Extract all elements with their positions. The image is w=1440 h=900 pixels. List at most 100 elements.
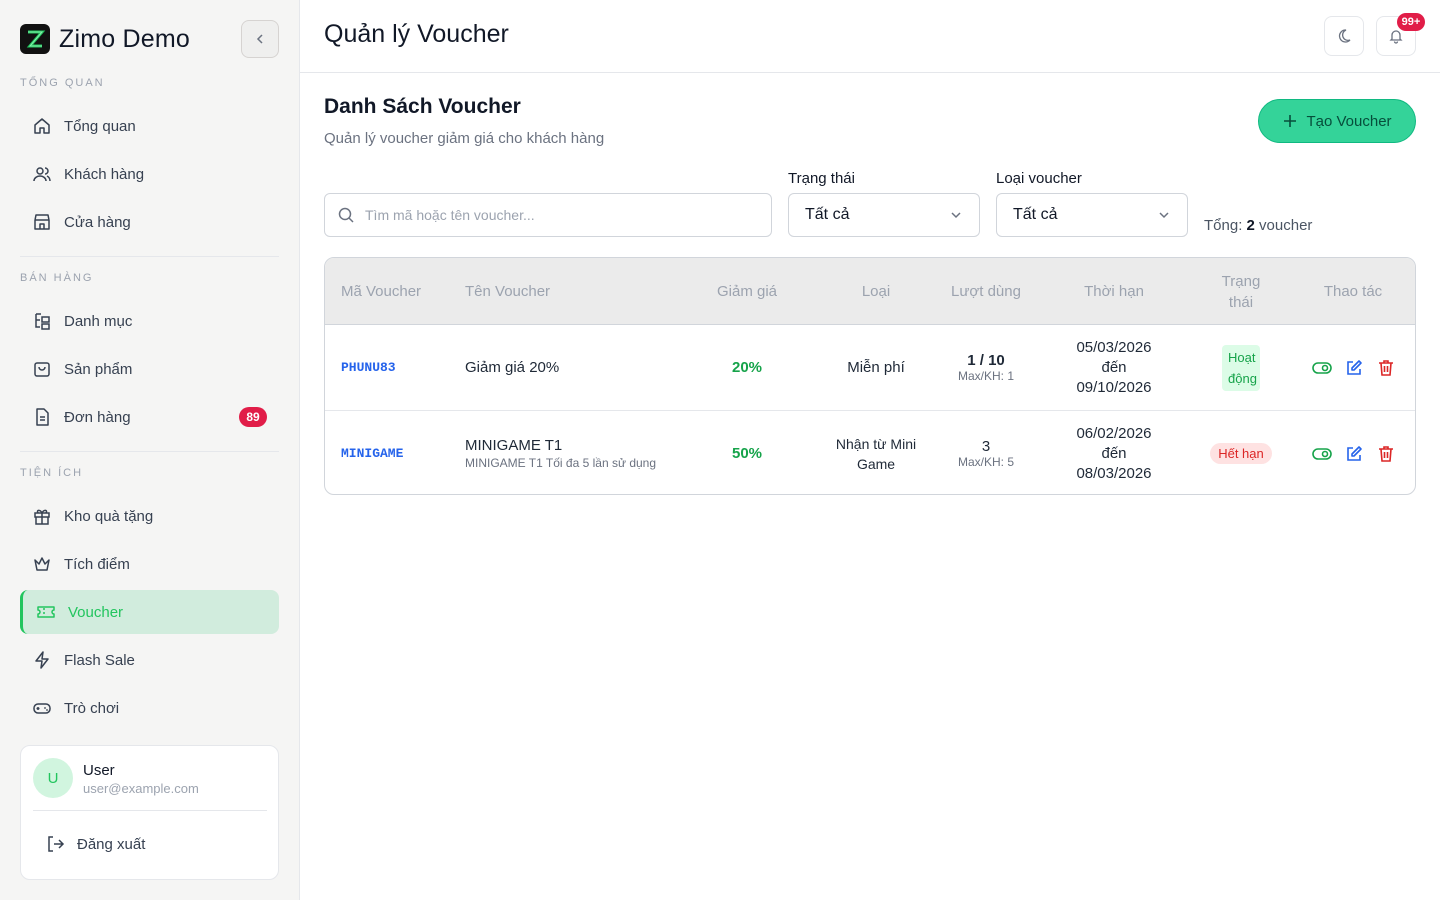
voucher-usage-max: Max/KH: 1 bbox=[957, 369, 1014, 383]
plus-icon bbox=[1284, 115, 1297, 127]
voucher-date-separator: đến bbox=[1101, 444, 1127, 462]
row-actions bbox=[1312, 325, 1396, 410]
logout-button[interactable]: Đăng xuất bbox=[45, 834, 145, 854]
moon-icon bbox=[1338, 29, 1351, 43]
column-header-discount: Giảm giá bbox=[716, 283, 778, 300]
collapse-sidebar-button[interactable] bbox=[241, 20, 279, 58]
sidebar-item-loyalty-points[interactable]: Tích điểm bbox=[20, 542, 279, 586]
voucher-name: MINIGAME T1 bbox=[465, 437, 563, 454]
total-prefix: Tổng: bbox=[1204, 217, 1243, 234]
table-header: Mã Voucher Tên Voucher Giảm giá Loại Lượ… bbox=[325, 258, 1415, 325]
sidebar-divider bbox=[20, 451, 279, 452]
section-title-sales: BÁN HÀNG bbox=[20, 272, 94, 284]
orders-count-badge: 89 bbox=[239, 407, 267, 427]
delete-icon[interactable] bbox=[1376, 444, 1396, 464]
create-voucher-label: Tạo Voucher bbox=[1306, 112, 1392, 130]
status-badge: Hết hạn bbox=[1210, 443, 1272, 464]
voucher-start-date: 06/02/2026 bbox=[1076, 424, 1152, 442]
sidebar-item-label: Flash Sale bbox=[64, 651, 135, 669]
ticket-icon bbox=[37, 606, 55, 618]
status-filter-select[interactable]: Tất cả bbox=[788, 193, 980, 237]
store-icon bbox=[34, 214, 50, 230]
voucher-date-separator: đến bbox=[1101, 358, 1127, 376]
logout-label: Đăng xuất bbox=[77, 835, 146, 853]
edit-icon[interactable] bbox=[1344, 358, 1364, 378]
toggle-icon[interactable] bbox=[1312, 358, 1332, 378]
sidebar-item-voucher[interactable]: Voucher bbox=[20, 590, 279, 634]
lightning-icon bbox=[35, 651, 49, 669]
status-filter-value: Tất cả bbox=[805, 206, 850, 223]
type-filter-label: Loại voucher bbox=[996, 170, 1082, 187]
voucher-end-date: 09/10/2026 bbox=[1076, 378, 1152, 396]
sidebar-item-products[interactable]: Sản phẩm bbox=[20, 347, 279, 391]
voucher-code[interactable]: PHUNU83 bbox=[341, 360, 451, 375]
avatar[interactable]: U bbox=[33, 758, 73, 798]
column-header-usage: Lượt dùng bbox=[951, 283, 1021, 300]
column-header-code: Mã Voucher bbox=[341, 283, 422, 300]
column-header-type: Loại bbox=[861, 283, 891, 300]
voucher-usage-max: Max/KH: 5 bbox=[957, 455, 1014, 469]
voucher-usage: 3 bbox=[981, 438, 991, 455]
brand[interactable]: Zimo Demo bbox=[20, 24, 190, 54]
sidebar: Zimo Demo TỔNG QUAN Tổng quan Khách hàng… bbox=[0, 0, 300, 900]
search-input[interactable] bbox=[365, 207, 745, 223]
voucher-type: Miễn phí bbox=[847, 359, 905, 376]
sidebar-item-stores[interactable]: Cửa hàng bbox=[20, 200, 279, 244]
sidebar-item-games[interactable]: Trò chơi bbox=[20, 686, 279, 730]
column-header-duration: Thời hạn bbox=[1084, 283, 1144, 300]
voucher-list-title: Danh Sách Voucher bbox=[324, 95, 521, 118]
sidebar-item-label: Khách hàng bbox=[64, 165, 145, 183]
type-filter-select[interactable]: Tất cả bbox=[996, 193, 1188, 237]
home-icon bbox=[34, 118, 50, 134]
theme-toggle-button[interactable] bbox=[1324, 16, 1364, 56]
status-filter-label: Trạng thái bbox=[788, 170, 855, 187]
notifications-button[interactable]: 99+ bbox=[1376, 13, 1425, 56]
page-title: Quản lý Voucher bbox=[324, 20, 509, 48]
document-icon bbox=[36, 408, 49, 426]
section-title-utilities: TIỆN ÍCH bbox=[20, 467, 84, 479]
table-row: MINIGAME MINIGAME T1 MINIGAME T1 Tối đa … bbox=[325, 410, 1415, 494]
row-actions bbox=[1312, 411, 1396, 494]
bell-icon bbox=[1389, 30, 1403, 44]
voucher-name: Giảm giá 20% bbox=[465, 359, 560, 376]
sidebar-item-label: Tổng quan bbox=[64, 117, 136, 135]
table-row: PHUNU83 Giảm giá 20% 20% Miễn phí 1 / 10… bbox=[325, 325, 1415, 410]
search-icon bbox=[338, 207, 354, 223]
sidebar-item-label: Sản phẩm bbox=[64, 360, 133, 378]
delete-icon[interactable] bbox=[1376, 358, 1396, 378]
users-icon bbox=[33, 167, 51, 182]
sidebar-item-categories[interactable]: Danh mục bbox=[20, 299, 279, 343]
shopping-bag-icon bbox=[34, 362, 50, 377]
toggle-icon[interactable] bbox=[1312, 444, 1332, 464]
voucher-discount: 20% bbox=[731, 359, 763, 376]
chevron-left-icon bbox=[256, 34, 263, 44]
sidebar-item-customers[interactable]: Khách hàng bbox=[20, 152, 279, 196]
sidebar-item-label: Tích điểm bbox=[64, 555, 130, 573]
gamepad-icon bbox=[33, 703, 51, 714]
voucher-start-date: 05/03/2026 bbox=[1076, 338, 1152, 356]
search-box[interactable] bbox=[324, 193, 772, 237]
sidebar-item-overview[interactable]: Tổng quan bbox=[20, 104, 279, 148]
voucher-list-subtitle: Quản lý voucher giảm giá cho khách hàng bbox=[324, 130, 605, 147]
voucher-usage: 1 / 10 bbox=[967, 352, 1005, 369]
main-content: Danh Sách Voucher Quản lý voucher giảm g… bbox=[300, 73, 1440, 900]
notification-count-badge: 99+ bbox=[1397, 13, 1425, 31]
column-header-name: Tên Voucher bbox=[465, 283, 551, 300]
voucher-description: MINIGAME T1 Tối đa 5 lần sử dụng bbox=[465, 456, 657, 470]
chevron-down-icon bbox=[1159, 212, 1169, 219]
sidebar-item-gift-store[interactable]: Kho quà tặng bbox=[20, 494, 279, 538]
status-badge: Hoạt động bbox=[1222, 344, 1260, 391]
sidebar-item-orders[interactable]: Đơn hàng 89 bbox=[20, 395, 279, 439]
voucher-table: Mã Voucher Tên Voucher Giảm giá Loại Lượ… bbox=[324, 257, 1416, 495]
sidebar-item-label: Danh mục bbox=[64, 312, 133, 330]
create-voucher-button[interactable]: Tạo Voucher bbox=[1258, 99, 1416, 143]
voucher-type: Nhận từ Mini Game bbox=[835, 435, 917, 472]
edit-icon[interactable] bbox=[1344, 444, 1364, 464]
topbar: Quản lý Voucher 99+ bbox=[300, 0, 1440, 73]
voucher-code[interactable]: MINIGAME bbox=[341, 446, 451, 461]
user-email: user@example.com bbox=[83, 781, 199, 796]
sidebar-item-label: Cửa hàng bbox=[64, 213, 131, 231]
chevron-down-icon bbox=[951, 212, 961, 219]
zimo-logo-icon bbox=[20, 24, 50, 54]
sidebar-item-flash-sale[interactable]: Flash Sale bbox=[20, 638, 279, 682]
